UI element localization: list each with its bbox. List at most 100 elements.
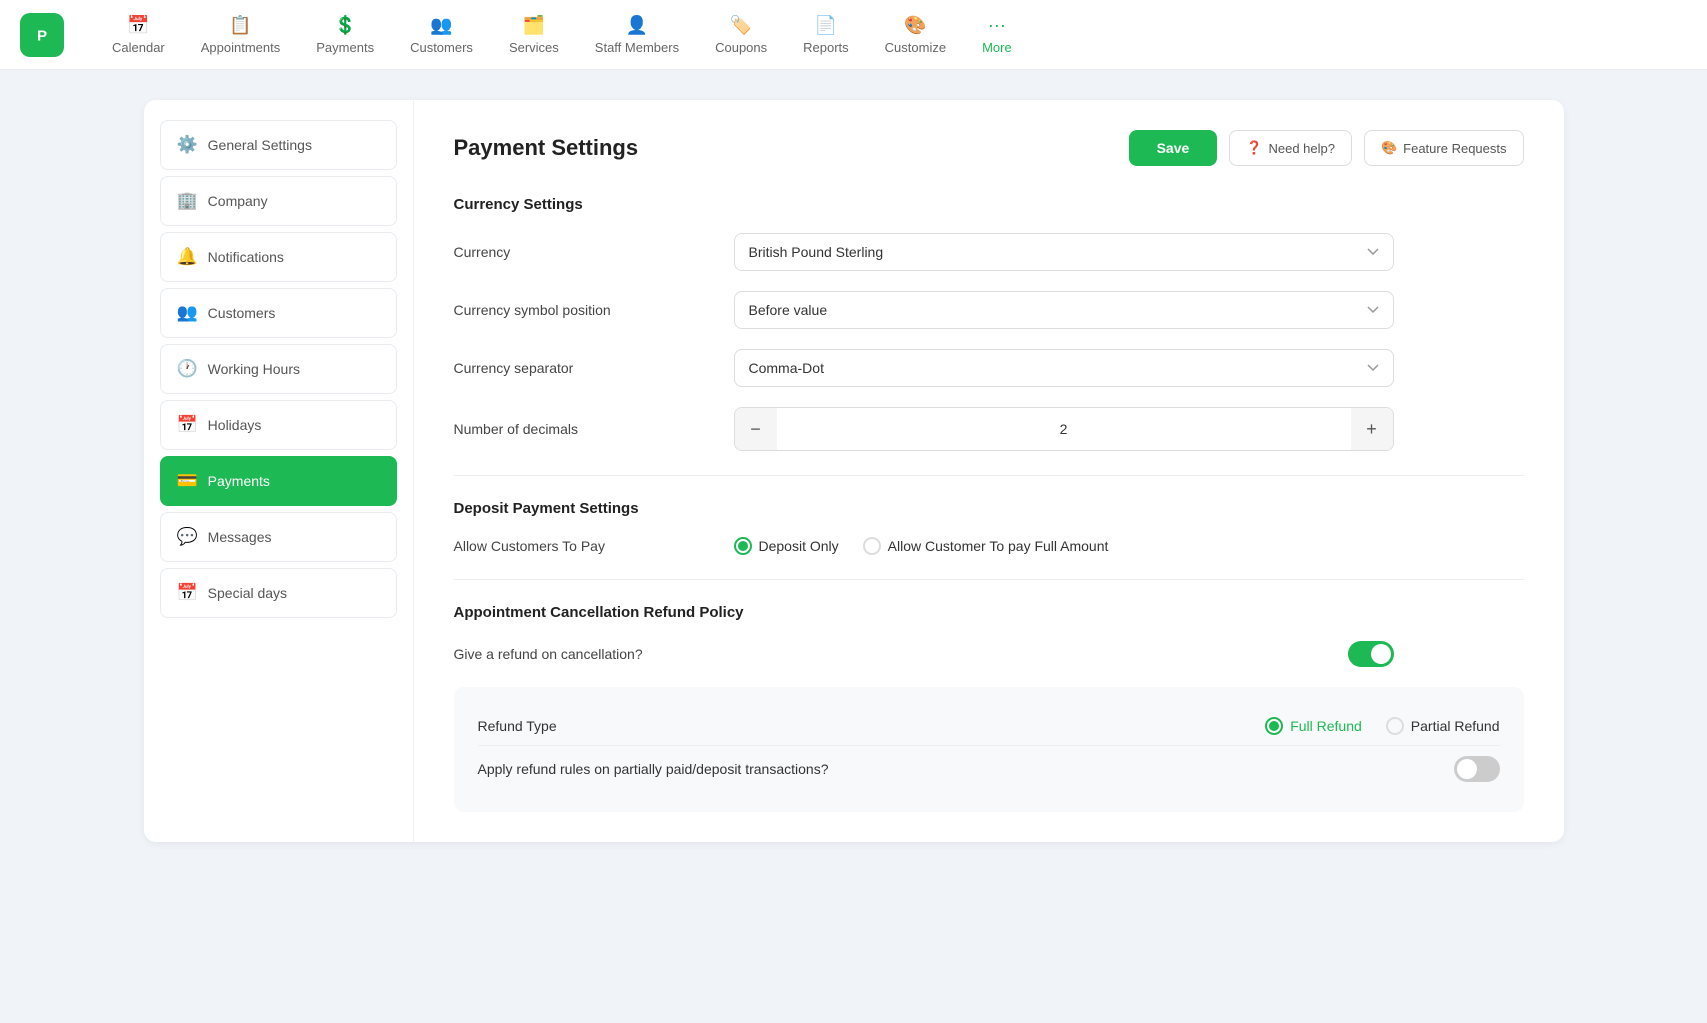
separator-row: Currency separator Comma-Dot Dot-Comma S… bbox=[454, 349, 1524, 387]
allow-pay-radio-group: Deposit Only Allow Customer To pay Full … bbox=[734, 537, 1524, 555]
sidebar: ⚙️ General Settings 🏢 Company 🔔 Notifica… bbox=[144, 100, 414, 842]
separator-control: Comma-Dot Dot-Comma Space-Dot bbox=[734, 349, 1524, 387]
sidebar-item-special-days[interactable]: 📅 Special days bbox=[160, 568, 397, 618]
page-title: Payment Settings bbox=[454, 135, 639, 161]
allow-pay-label: Allow Customers To Pay bbox=[454, 538, 734, 554]
decimals-increment-button[interactable]: + bbox=[1351, 408, 1393, 450]
customers-sidebar-icon: 👥 bbox=[177, 303, 198, 323]
deposit-only-option[interactable]: Deposit Only bbox=[734, 537, 839, 555]
nav-item-appointments[interactable]: 📋 Appointments bbox=[183, 7, 299, 63]
symbol-position-control: Before value After value bbox=[734, 291, 1524, 329]
decimals-label: Number of decimals bbox=[454, 421, 734, 437]
nav-item-customers[interactable]: 👥 Customers bbox=[392, 7, 491, 63]
currency-select[interactable]: British Pound Sterling US Dollar Euro Au… bbox=[734, 233, 1394, 271]
decimals-control: − 2 + bbox=[734, 407, 1524, 451]
refund-on-cancel-label: Give a refund on cancellation? bbox=[454, 646, 734, 662]
messages-icon: 💬 bbox=[177, 527, 198, 547]
allow-pay-row: Allow Customers To Pay Deposit Only Allo… bbox=[454, 537, 1524, 555]
staff-icon: 👤 bbox=[626, 15, 648, 36]
cancellation-section: Appointment Cancellation Refund Policy G… bbox=[454, 604, 1524, 812]
sidebar-item-notifications[interactable]: 🔔 Notifications bbox=[160, 232, 397, 282]
feature-requests-button[interactable]: 🎨 Feature Requests bbox=[1364, 130, 1524, 166]
page-header: Payment Settings Save ❓ Need help? 🎨 Fea… bbox=[454, 130, 1524, 166]
services-icon: 🗂️ bbox=[523, 15, 545, 36]
refund-toggle-control bbox=[734, 641, 1394, 667]
symbol-position-label: Currency symbol position bbox=[454, 302, 734, 318]
nav-item-services[interactable]: 🗂️ Services bbox=[491, 7, 577, 63]
payments-sidebar-icon: 💳 bbox=[177, 471, 198, 491]
top-nav: P 📅 Calendar 📋 Appointments 💲 Payments 👥… bbox=[0, 0, 1707, 70]
feature-icon: 🎨 bbox=[1381, 140, 1397, 156]
currency-section-title: Currency Settings bbox=[454, 196, 1524, 213]
partial-apply-toggle[interactable] bbox=[1454, 756, 1500, 782]
currency-label: Currency bbox=[454, 244, 734, 260]
svg-text:P: P bbox=[37, 27, 47, 44]
allow-pay-control: Deposit Only Allow Customer To pay Full … bbox=[734, 537, 1524, 555]
refund-card: Refund Type Full Refund Partial Refund bbox=[454, 687, 1524, 812]
clock-icon: 🕐 bbox=[177, 359, 198, 379]
refund-type-row: Refund Type Full Refund Partial Refund bbox=[478, 707, 1500, 745]
nav-item-more[interactable]: ··· More bbox=[964, 7, 1030, 63]
partial-apply-label: Apply refund rules on partially paid/dep… bbox=[478, 761, 829, 777]
app-logo[interactable]: P bbox=[20, 13, 64, 57]
main-content: Payment Settings Save ❓ Need help? 🎨 Fea… bbox=[414, 100, 1564, 842]
divider-2 bbox=[454, 579, 1524, 580]
sidebar-item-messages[interactable]: 💬 Messages bbox=[160, 512, 397, 562]
partial-refund-radio[interactable] bbox=[1386, 717, 1404, 735]
sidebar-item-company[interactable]: 🏢 Company bbox=[160, 176, 397, 226]
help-icon: ❓ bbox=[1246, 140, 1262, 156]
payments-nav-icon: 💲 bbox=[334, 15, 356, 36]
sidebar-item-working-hours[interactable]: 🕐 Working Hours bbox=[160, 344, 397, 394]
decimals-decrement-button[interactable]: − bbox=[735, 408, 777, 450]
sidebar-item-customers[interactable]: 👥 Customers bbox=[160, 288, 397, 338]
partial-apply-row: Apply refund rules on partially paid/dep… bbox=[478, 745, 1500, 792]
customize-icon: 🎨 bbox=[904, 15, 926, 36]
gear-icon: ⚙️ bbox=[177, 135, 198, 155]
more-icon: ··· bbox=[988, 15, 1006, 36]
header-actions: Save ❓ Need help? 🎨 Feature Requests bbox=[1129, 130, 1524, 166]
sidebar-item-holidays[interactable]: 📅 Holidays bbox=[160, 400, 397, 450]
refund-toggle-row: Give a refund on cancellation? bbox=[454, 641, 1524, 667]
deposit-only-radio[interactable] bbox=[734, 537, 752, 555]
decimals-stepper: − 2 + bbox=[734, 407, 1394, 451]
deposit-settings-section: Deposit Payment Settings Allow Customers… bbox=[454, 500, 1524, 555]
calendar-icon: 📅 bbox=[127, 15, 149, 36]
sidebar-item-payments[interactable]: 💳 Payments bbox=[160, 456, 397, 506]
nav-item-customize[interactable]: 🎨 Customize bbox=[867, 7, 964, 63]
bell-icon: 🔔 bbox=[177, 247, 198, 267]
full-amount-option[interactable]: Allow Customer To pay Full Amount bbox=[863, 537, 1109, 555]
refund-toggle[interactable] bbox=[1348, 641, 1394, 667]
nav-items: 📅 Calendar 📋 Appointments 💲 Payments 👥 C… bbox=[94, 7, 1687, 63]
main-container: ⚙️ General Settings 🏢 Company 🔔 Notifica… bbox=[104, 70, 1604, 872]
full-refund-radio[interactable] bbox=[1265, 717, 1283, 735]
customers-nav-icon: 👥 bbox=[430, 15, 452, 36]
content-card: ⚙️ General Settings 🏢 Company 🔔 Notifica… bbox=[144, 100, 1564, 842]
full-refund-option[interactable]: Full Refund bbox=[1265, 717, 1362, 735]
appointments-icon: 📋 bbox=[229, 15, 251, 36]
need-help-button[interactable]: ❓ Need help? bbox=[1229, 130, 1352, 166]
special-days-icon: 📅 bbox=[177, 583, 198, 603]
separator-select[interactable]: Comma-Dot Dot-Comma Space-Dot bbox=[734, 349, 1394, 387]
partial-refund-option[interactable]: Partial Refund bbox=[1386, 717, 1500, 735]
refund-type-radio-group: Full Refund Partial Refund bbox=[1265, 717, 1499, 735]
sidebar-item-general-settings[interactable]: ⚙️ General Settings bbox=[160, 120, 397, 170]
company-icon: 🏢 bbox=[177, 191, 198, 211]
refund-type-label: Refund Type bbox=[478, 718, 557, 734]
full-amount-radio[interactable] bbox=[863, 537, 881, 555]
nav-item-payments[interactable]: 💲 Payments bbox=[298, 7, 392, 63]
separator-label: Currency separator bbox=[454, 360, 734, 376]
decimals-value: 2 bbox=[777, 421, 1351, 437]
reports-icon: 📄 bbox=[815, 15, 837, 36]
symbol-position-row: Currency symbol position Before value Af… bbox=[454, 291, 1524, 329]
nav-item-reports[interactable]: 📄 Reports bbox=[785, 7, 867, 63]
symbol-position-select[interactable]: Before value After value bbox=[734, 291, 1394, 329]
divider-1 bbox=[454, 475, 1524, 476]
nav-item-coupons[interactable]: 🏷️ Coupons bbox=[697, 7, 785, 63]
currency-row: Currency British Pound Sterling US Dolla… bbox=[454, 233, 1524, 271]
coupons-icon: 🏷️ bbox=[730, 15, 752, 36]
nav-item-calendar[interactable]: 📅 Calendar bbox=[94, 7, 183, 63]
cancellation-section-title: Appointment Cancellation Refund Policy bbox=[454, 604, 1524, 621]
nav-item-staff[interactable]: 👤 Staff Members bbox=[577, 7, 697, 63]
decimals-row: Number of decimals − 2 + bbox=[454, 407, 1524, 451]
save-button[interactable]: Save bbox=[1129, 130, 1218, 166]
